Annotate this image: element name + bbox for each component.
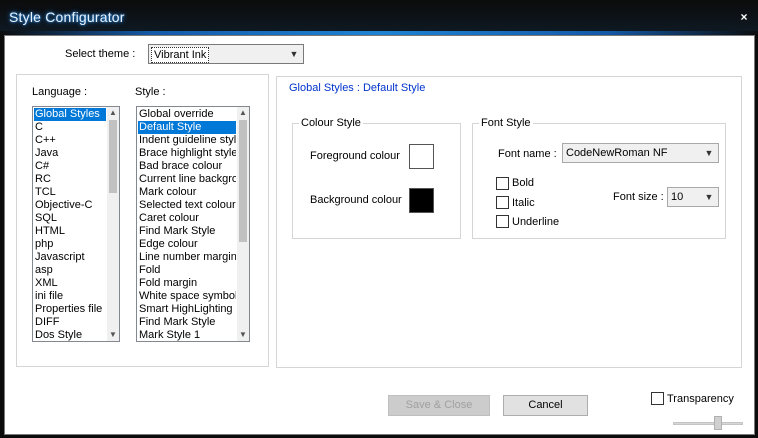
transparency-slider-track[interactable] <box>673 422 743 425</box>
title-bar[interactable]: Style Configurator × <box>0 0 758 34</box>
style-selection-panel: Language : Style : Global Styles C C++ Java… <box>16 74 269 367</box>
style-list-item[interactable]: Find Mark Style <box>138 225 236 238</box>
language-label: Language : <box>32 86 88 98</box>
language-list-item[interactable]: DIFF <box>34 316 106 329</box>
scroll-down-icon[interactable]: ▼ <box>107 329 119 341</box>
colour-style-title: Colour Style <box>299 117 363 129</box>
language-list-item[interactable]: Global Styles <box>34 108 106 121</box>
font-name-label: Font name : <box>498 148 557 160</box>
colour-style-group: Colour Style Foreground colour Backgroun… <box>292 117 461 239</box>
language-list-scrollbar[interactable]: ▲ ▼ <box>107 107 119 341</box>
style-list-item[interactable]: Selected text colour <box>138 199 236 212</box>
style-label: Style : <box>135 86 166 98</box>
language-list-item[interactable]: Objective-C <box>34 199 106 212</box>
language-list-items: Global Styles C C++ Java C# RC TCL Objective-C S… <box>34 108 106 341</box>
language-list-item[interactable]: C++ <box>34 134 106 147</box>
language-list-item[interactable]: HTML <box>34 225 106 238</box>
language-list-item[interactable]: TCL <box>34 186 106 199</box>
style-list-item[interactable]: Bad brace colour <box>138 160 236 173</box>
language-list-item[interactable]: php <box>34 238 106 251</box>
font-size-value: 10 <box>671 191 684 203</box>
style-list-item[interactable]: Fold margin <box>138 277 236 290</box>
style-list-item[interactable]: Caret colour <box>138 212 236 225</box>
font-size-label: Font size : <box>613 191 664 203</box>
background-colour-label: Background colour <box>310 194 402 206</box>
italic-checkbox[interactable] <box>496 196 509 209</box>
language-list[interactable]: Global Styles C C++ Java C# RC TCL Objective-C S… <box>32 106 120 342</box>
theme-dropdown-value: Vibrant Ink <box>151 47 210 63</box>
style-list-item[interactable]: Brace highlight style <box>138 147 236 160</box>
current-style-header: Global Styles : Default Style <box>289 82 426 94</box>
bold-label[interactable]: Bold <box>512 177 534 189</box>
style-list-item[interactable]: Indent guideline style <box>138 134 236 147</box>
language-list-item[interactable]: asp <box>34 264 106 277</box>
language-list-item[interactable]: Javascript <box>34 251 106 264</box>
font-style-title: Font Style <box>479 117 533 129</box>
transparency-checkbox[interactable] <box>651 392 664 405</box>
language-list-item[interactable]: Java <box>34 147 106 160</box>
language-list-item[interactable]: XML <box>34 277 106 290</box>
select-theme-label: Select theme : <box>65 48 136 60</box>
style-list-item[interactable]: Fold <box>138 264 236 277</box>
chevron-down-icon: ▼ <box>289 49 299 59</box>
style-details-panel: Global Styles : Default Style Colour Sty… <box>276 76 742 368</box>
scroll-down-icon[interactable]: ▼ <box>237 329 249 341</box>
bold-checkbox[interactable] <box>496 177 509 190</box>
scroll-up-icon[interactable]: ▲ <box>237 107 249 119</box>
style-list-scrollbar[interactable]: ▲ ▼ <box>237 107 249 341</box>
theme-dropdown[interactable]: Vibrant Ink ▼ <box>148 44 304 64</box>
style-list-item[interactable]: Edge colour <box>138 238 236 251</box>
scroll-thumb[interactable] <box>239 120 247 242</box>
dialog-body: Select theme : Vibrant Ink ▼ Language : … <box>4 35 755 435</box>
scroll-thumb[interactable] <box>109 120 117 193</box>
style-list[interactable]: Global override Default Style Indent guide… <box>136 106 250 342</box>
foreground-colour-label: Foreground colour <box>310 150 400 162</box>
style-list-item[interactable]: Global override <box>138 108 236 121</box>
background-colour-swatch[interactable] <box>409 188 434 213</box>
window-title: Style Configurator <box>9 9 125 25</box>
style-list-item[interactable]: Find Mark Style <box>138 316 236 329</box>
scroll-up-icon[interactable]: ▲ <box>107 107 119 119</box>
language-list-item[interactable]: Properties file <box>34 303 106 316</box>
style-list-item[interactable]: Line number margin <box>138 251 236 264</box>
close-icon[interactable]: × <box>738 10 750 24</box>
underline-label[interactable]: Underline <box>512 216 559 228</box>
transparency-slider-thumb[interactable] <box>714 416 722 430</box>
save-close-button[interactable]: Save & Close <box>388 395 490 416</box>
language-list-item[interactable]: C# <box>34 160 106 173</box>
style-configurator-window: Style Configurator × Select theme : Vibr… <box>0 0 758 438</box>
underline-checkbox[interactable] <box>496 215 509 228</box>
language-list-item[interactable]: ini file <box>34 290 106 303</box>
style-list-item[interactable]: Current line background colour <box>138 173 236 186</box>
italic-label[interactable]: Italic <box>512 197 535 209</box>
foreground-colour-swatch[interactable] <box>409 144 434 169</box>
font-size-dropdown[interactable]: 10 ▼ <box>667 187 719 207</box>
style-list-item[interactable]: White space symbol <box>138 290 236 303</box>
cancel-button[interactable]: Cancel <box>503 395 588 416</box>
style-list-item[interactable]: Mark Style 1 <box>138 329 236 341</box>
style-list-item[interactable]: Smart HighLighting <box>138 303 236 316</box>
font-style-group: Font Style Font name : CodeNewRoman NF ▼… <box>472 117 726 239</box>
font-name-value: CodeNewRoman NF <box>566 147 668 159</box>
font-name-dropdown[interactable]: CodeNewRoman NF ▼ <box>562 143 719 163</box>
style-list-item[interactable]: Mark colour <box>138 186 236 199</box>
language-list-item[interactable]: C <box>34 121 106 134</box>
transparency-label[interactable]: Transparency <box>667 393 734 405</box>
language-list-item[interactable]: RC <box>34 173 106 186</box>
language-list-item[interactable]: SQL <box>34 212 106 225</box>
chevron-down-icon: ▼ <box>704 148 714 158</box>
style-list-items: Global override Default Style Indent guide… <box>138 108 236 341</box>
chevron-down-icon: ▼ <box>704 192 714 202</box>
language-list-item[interactable]: Dos Style <box>34 329 106 341</box>
style-list-item[interactable]: Default Style <box>138 121 236 134</box>
